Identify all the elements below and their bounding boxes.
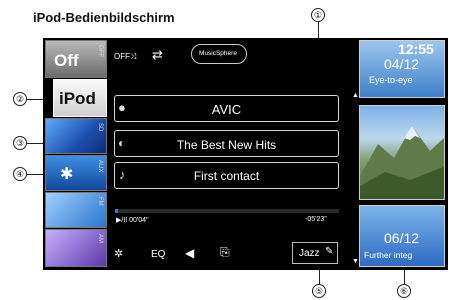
- source-tab-fm[interactable]: FM: [45, 192, 107, 228]
- source-fm-tab-label: FM: [97, 197, 103, 206]
- bluetooth-icon: ✱: [60, 166, 74, 183]
- playlist-create-icon[interactable]: ⎘: [220, 245, 230, 260]
- thumbnail-3-caption: Further integ: [364, 250, 413, 260]
- source-tab-am[interactable]: AM: [45, 229, 107, 267]
- back-icon[interactable]: ◀: [185, 246, 194, 260]
- scroll-up-icon[interactable]: ▲: [352, 92, 359, 99]
- musicsphere-label: MusicSphere: [199, 50, 237, 57]
- song-row[interactable]: ♪ First contact: [114, 162, 339, 189]
- source-tab-sd[interactable]: SD: [45, 118, 107, 154]
- genre-label: Jazz: [299, 248, 320, 259]
- source-off-tab-label: OFF: [97, 45, 103, 57]
- source-tab-off[interactable]: Off OFF: [45, 40, 107, 78]
- artist-name: AVIC: [211, 102, 242, 117]
- mountain-image: [360, 126, 444, 199]
- source-tab-ipod[interactable]: iPod: [53, 79, 107, 117]
- callout-6-leader: [404, 268, 405, 284]
- page-caption: iPod-Bedienbildschirm: [33, 10, 175, 25]
- song-title: First contact: [193, 169, 260, 183]
- clock: 12:55: [398, 41, 434, 57]
- settings-gear-icon[interactable]: ✲: [114, 247, 123, 260]
- source-tab-bluetooth[interactable]: ✱ AUX: [45, 155, 107, 191]
- musicsphere-button[interactable]: MusicSphere: [191, 44, 247, 64]
- callout-5: ⑤: [312, 284, 326, 298]
- thumbnail-3-date: 06/12: [384, 230, 420, 246]
- genre-button[interactable]: Jazz ✎: [292, 242, 338, 264]
- source-off-label: Off: [54, 51, 79, 70]
- edit-icon: ✎: [325, 246, 334, 257]
- thumbnail-1-caption: Eye-to-eye: [369, 75, 413, 85]
- source-sd-tab-label: SD: [97, 123, 103, 132]
- album-row[interactable]: ◐ The Best New Hits: [114, 130, 339, 157]
- shuffle-button[interactable]: OFF⤨: [114, 52, 136, 62]
- elapsed-time: ▶/II 00'04": [116, 217, 149, 224]
- scroll-down-icon[interactable]: ▼: [352, 258, 359, 265]
- source-aux-tab-label: AUX: [97, 160, 103, 173]
- source-ipod-label: iPod: [59, 89, 96, 108]
- artist-row[interactable]: ● AVIC: [114, 95, 339, 122]
- remaining-time: -05'23": [305, 216, 327, 223]
- progress-bar[interactable]: [115, 209, 339, 213]
- progress-fill: [115, 209, 119, 213]
- repeat-icon[interactable]: ⇄: [152, 47, 163, 63]
- album-thumbnail-3[interactable]: 06/12 Further integ: [359, 205, 445, 267]
- callout-6: ⑥: [397, 284, 411, 298]
- callout-2: ②: [13, 92, 27, 106]
- callout-1: ①: [311, 8, 325, 22]
- callout-5-leader: [319, 268, 320, 284]
- callout-3: ③: [13, 136, 27, 150]
- source-am-tab-label: AM: [97, 234, 103, 243]
- eq-button[interactable]: EQ: [151, 249, 165, 260]
- callout-4: ④: [13, 167, 27, 181]
- album-name: The Best New Hits: [176, 138, 277, 152]
- thumbnail-1-date: 04/12: [384, 56, 420, 72]
- album-thumbnail-2[interactable]: [359, 105, 445, 200]
